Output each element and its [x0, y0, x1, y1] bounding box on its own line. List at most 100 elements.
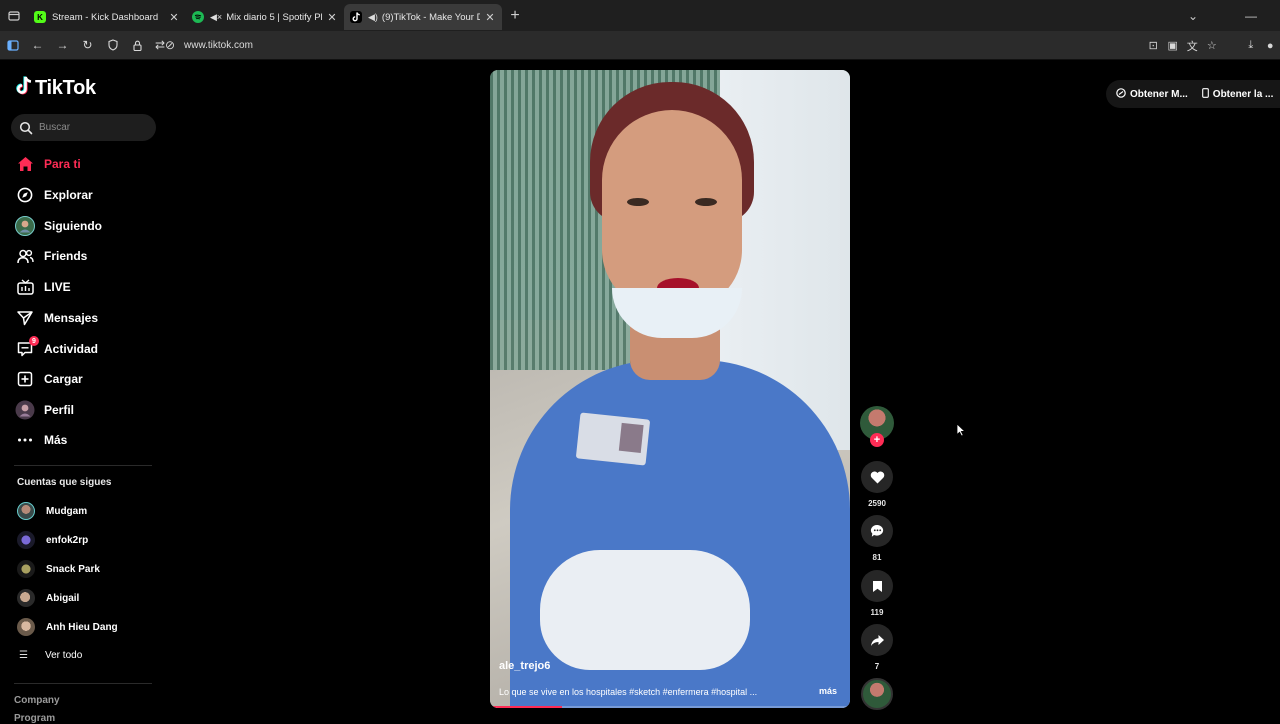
- tiktok-logo[interactable]: TikTok: [16, 76, 96, 101]
- screenshot-icon[interactable]: ⊡: [1144, 39, 1164, 52]
- sidebar-item-actividad[interactable]: 9 Actividad: [15, 337, 98, 361]
- followed-account[interactable]: Mudgam: [17, 501, 87, 521]
- tab-list-chevron-icon[interactable]: ⌄: [1164, 9, 1222, 23]
- close-icon[interactable]: ✕: [326, 11, 338, 24]
- account-name: Abigail: [46, 593, 79, 604]
- comment-button[interactable]: [861, 515, 893, 547]
- tab-title: Stream - Kick Dashboard: [52, 12, 164, 23]
- new-tab-button[interactable]: +: [502, 7, 528, 25]
- avatar: [17, 531, 35, 549]
- video-username[interactable]: ale_trejo6: [499, 660, 550, 672]
- search-bar[interactable]: [11, 114, 156, 141]
- followed-account[interactable]: Anh Hieu Dang: [17, 617, 118, 637]
- download-icon[interactable]: ⤓: [1241, 39, 1261, 52]
- minimize-icon[interactable]: —: [1222, 9, 1280, 23]
- sidebar-toggle-icon[interactable]: [0, 31, 25, 60]
- speaker-icon[interactable]: ◀): [368, 12, 378, 23]
- save-button[interactable]: [861, 570, 893, 602]
- video-frame-eye: [627, 198, 649, 206]
- browser-tab-bar: K Stream - Kick Dashboard ✕ ◀× Mix diari…: [0, 0, 1280, 31]
- get-app-button[interactable]: Obtener la ...: [1202, 88, 1274, 101]
- see-all-link[interactable]: ☰ Ver todo: [19, 650, 82, 661]
- mouse-cursor-icon: [956, 423, 966, 437]
- close-icon[interactable]: ✕: [168, 11, 180, 24]
- profile-icon[interactable]: ●: [1261, 40, 1280, 52]
- browser-toolbar-icons: ⊡ ▣ 文 ☆ ⤓ ●: [1144, 31, 1280, 60]
- sidebar-item-live[interactable]: LIVE: [15, 275, 71, 299]
- tab-overview-icon[interactable]: [0, 0, 28, 31]
- forward-icon[interactable]: →: [50, 31, 75, 60]
- lock-icon[interactable]: [125, 31, 150, 60]
- tab-title: Mix diario 5 | Spotify Playlist: [226, 12, 322, 23]
- back-icon[interactable]: ←: [25, 31, 50, 60]
- sound-avatar[interactable]: [861, 678, 893, 710]
- sidebar-item-mensajes[interactable]: Mensajes: [15, 306, 98, 330]
- sidebar-item-label: Perfil: [44, 403, 74, 417]
- kick-icon: K: [34, 11, 46, 23]
- list-icon: ☰: [19, 650, 29, 661]
- company-link[interactable]: Company: [14, 695, 60, 706]
- sidebar-item-label: Friends: [44, 249, 87, 263]
- sidebar-item-friends[interactable]: Friends: [15, 244, 87, 268]
- translate-icon[interactable]: 文: [1183, 38, 1203, 54]
- reload-icon[interactable]: ↻: [75, 31, 100, 60]
- sidebar-item-explorar[interactable]: Explorar: [15, 183, 93, 207]
- video-player[interactable]: ale_trejo6 Lo que se vive en los hospita…: [490, 70, 850, 708]
- video-description: Lo que se vive en los hospitales #sketch…: [499, 687, 799, 697]
- sidebar-divider: [14, 683, 152, 684]
- sidebar-divider: [14, 465, 152, 466]
- avatar: [17, 502, 35, 520]
- sidebar-item-siguiendo[interactable]: Siguiendo: [15, 214, 102, 238]
- sidebar-item-label: Más: [44, 433, 67, 447]
- video-progress-fill: [490, 706, 562, 708]
- sidebar-item-label: Para ti: [44, 157, 81, 171]
- program-link[interactable]: Program: [14, 713, 55, 724]
- activity-icon: 9: [15, 339, 35, 359]
- get-coins-button[interactable]: Obtener M...: [1116, 88, 1188, 101]
- bookmark-star-icon[interactable]: ☆: [1202, 39, 1222, 52]
- more-button[interactable]: más: [819, 686, 837, 696]
- followed-account[interactable]: Abigail: [17, 588, 79, 608]
- sidebar-item-label: Mensajes: [44, 311, 98, 325]
- heart-icon: [870, 471, 885, 484]
- upload-icon: [15, 369, 35, 389]
- follow-plus-icon[interactable]: +: [870, 433, 884, 447]
- search-icon: [19, 121, 33, 135]
- reader-icon[interactable]: ▣: [1163, 39, 1183, 52]
- logo-text: TikTok: [35, 77, 96, 100]
- muted-speaker-icon[interactable]: ◀×: [210, 12, 222, 23]
- share-button[interactable]: [861, 624, 893, 656]
- sidebar-item-para-ti[interactable]: Para ti: [15, 152, 81, 176]
- browser-tab-kick[interactable]: K Stream - Kick Dashboard ✕: [28, 4, 186, 30]
- shield-icon[interactable]: [100, 31, 125, 60]
- account-name: Snack Park: [46, 564, 100, 575]
- coin-icon: [1116, 88, 1126, 101]
- profile-avatar-icon: [15, 400, 35, 420]
- sidebar-item-mas[interactable]: Más: [15, 428, 67, 452]
- sidebar-item-label: Siguiendo: [44, 219, 102, 233]
- followed-account[interactable]: enfok2rp: [17, 530, 88, 550]
- close-icon[interactable]: ✕: [484, 11, 496, 24]
- avatar: [17, 618, 35, 636]
- followed-account[interactable]: Snack Park: [17, 559, 100, 579]
- pill-label: Obtener M...: [1130, 89, 1188, 100]
- video-frame-gloves: [540, 550, 750, 670]
- live-icon: [15, 277, 35, 297]
- sidebar-item-cargar[interactable]: Cargar: [15, 367, 83, 391]
- like-button[interactable]: [861, 461, 893, 493]
- browser-tab-spotify[interactable]: ◀× Mix diario 5 | Spotify Playlist ✕: [186, 4, 344, 30]
- comment-count: 81: [856, 553, 898, 562]
- search-input[interactable]: [39, 122, 149, 133]
- see-all-label: Ver todo: [45, 650, 82, 661]
- tiktok-icon: [350, 11, 362, 23]
- sidebar-item-perfil[interactable]: Perfil: [15, 398, 74, 422]
- video-progress-bar[interactable]: [490, 706, 850, 708]
- site-settings-icon[interactable]: ⇄⊘: [150, 31, 180, 60]
- following-section-title: Cuentas que sigues: [17, 477, 111, 488]
- notification-badge: 9: [29, 336, 39, 346]
- browser-tab-tiktok[interactable]: ◀) (9)TikTok - Make Your Day ✕: [344, 4, 502, 30]
- sidebar-item-label: Explorar: [44, 188, 93, 202]
- address-bar[interactable]: www.tiktok.com: [184, 40, 253, 51]
- share-count: 7: [856, 662, 898, 671]
- account-name: Anh Hieu Dang: [46, 622, 118, 633]
